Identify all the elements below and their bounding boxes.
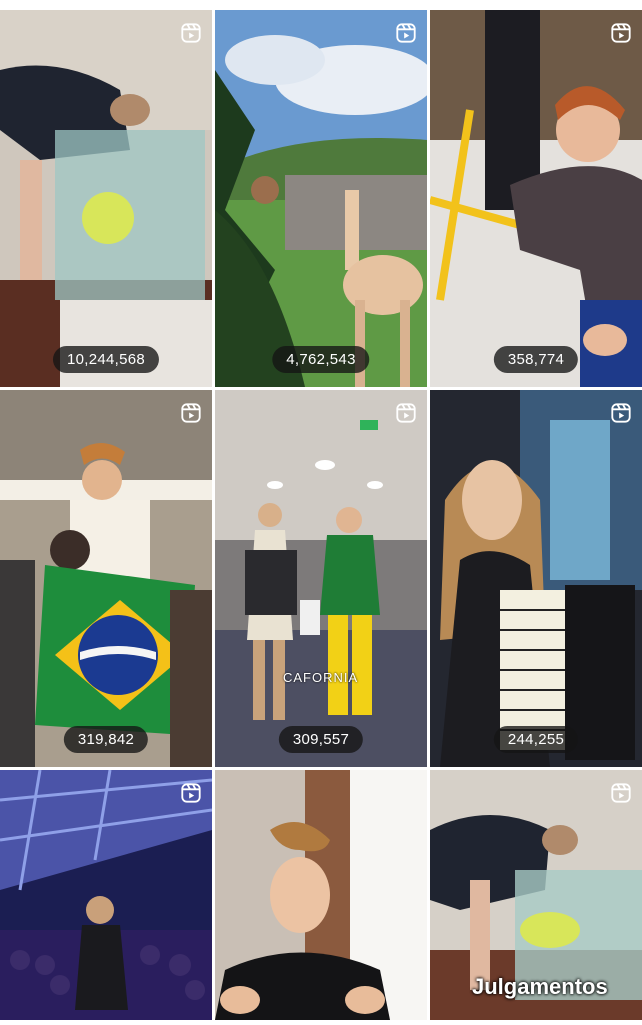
reel-tile-2[interactable]: 4,762,543: [215, 10, 427, 387]
view-count: 358,774: [493, 346, 579, 373]
reel-thumbnail: [430, 390, 642, 767]
reels-icon: [395, 22, 417, 44]
reel-thumbnail: [0, 770, 212, 1020]
view-count: 4,762,543: [272, 346, 370, 373]
video-caption: Julgamentos: [472, 974, 608, 999]
reels-icon: [180, 402, 202, 424]
reel-tile-4[interactable]: 319,842: [0, 390, 212, 767]
reel-tile-7[interactable]: [0, 770, 212, 1020]
reel-thumbnail: [0, 10, 212, 387]
reel-tile-6[interactable]: 244,255: [430, 390, 642, 767]
reel-thumbnail: [215, 390, 427, 767]
view-count: 309,557: [278, 726, 364, 753]
reels-icon: [610, 22, 632, 44]
reel-thumbnail: [215, 770, 427, 1020]
reel-thumbnail: [0, 390, 212, 767]
reel-tile-9[interactable]: Julgamentos: [430, 770, 642, 1020]
reel-tile-8[interactable]: [215, 770, 427, 1020]
video-overlay-text: CAFORNIA: [283, 670, 359, 685]
view-count: 10,244,568: [52, 346, 160, 373]
reel-tile-5[interactable]: CAFORNIA 309,557: [215, 390, 427, 767]
reels-icon: [610, 402, 632, 424]
reel-tile-1[interactable]: 10,244,568: [0, 10, 212, 387]
view-count: 319,842: [63, 726, 149, 753]
view-count: 244,255: [493, 726, 579, 753]
reels-icon: [180, 22, 202, 44]
reel-thumbnail: [215, 10, 427, 387]
reels-grid: 10,244,568 4,762,543 358,774 319,842 CAF…: [0, 10, 642, 1020]
reels-icon: [395, 402, 417, 424]
reels-icon: [610, 782, 632, 804]
reels-icon: [180, 782, 202, 804]
reel-thumbnail: [430, 10, 642, 387]
reel-tile-3[interactable]: 358,774: [430, 10, 642, 387]
